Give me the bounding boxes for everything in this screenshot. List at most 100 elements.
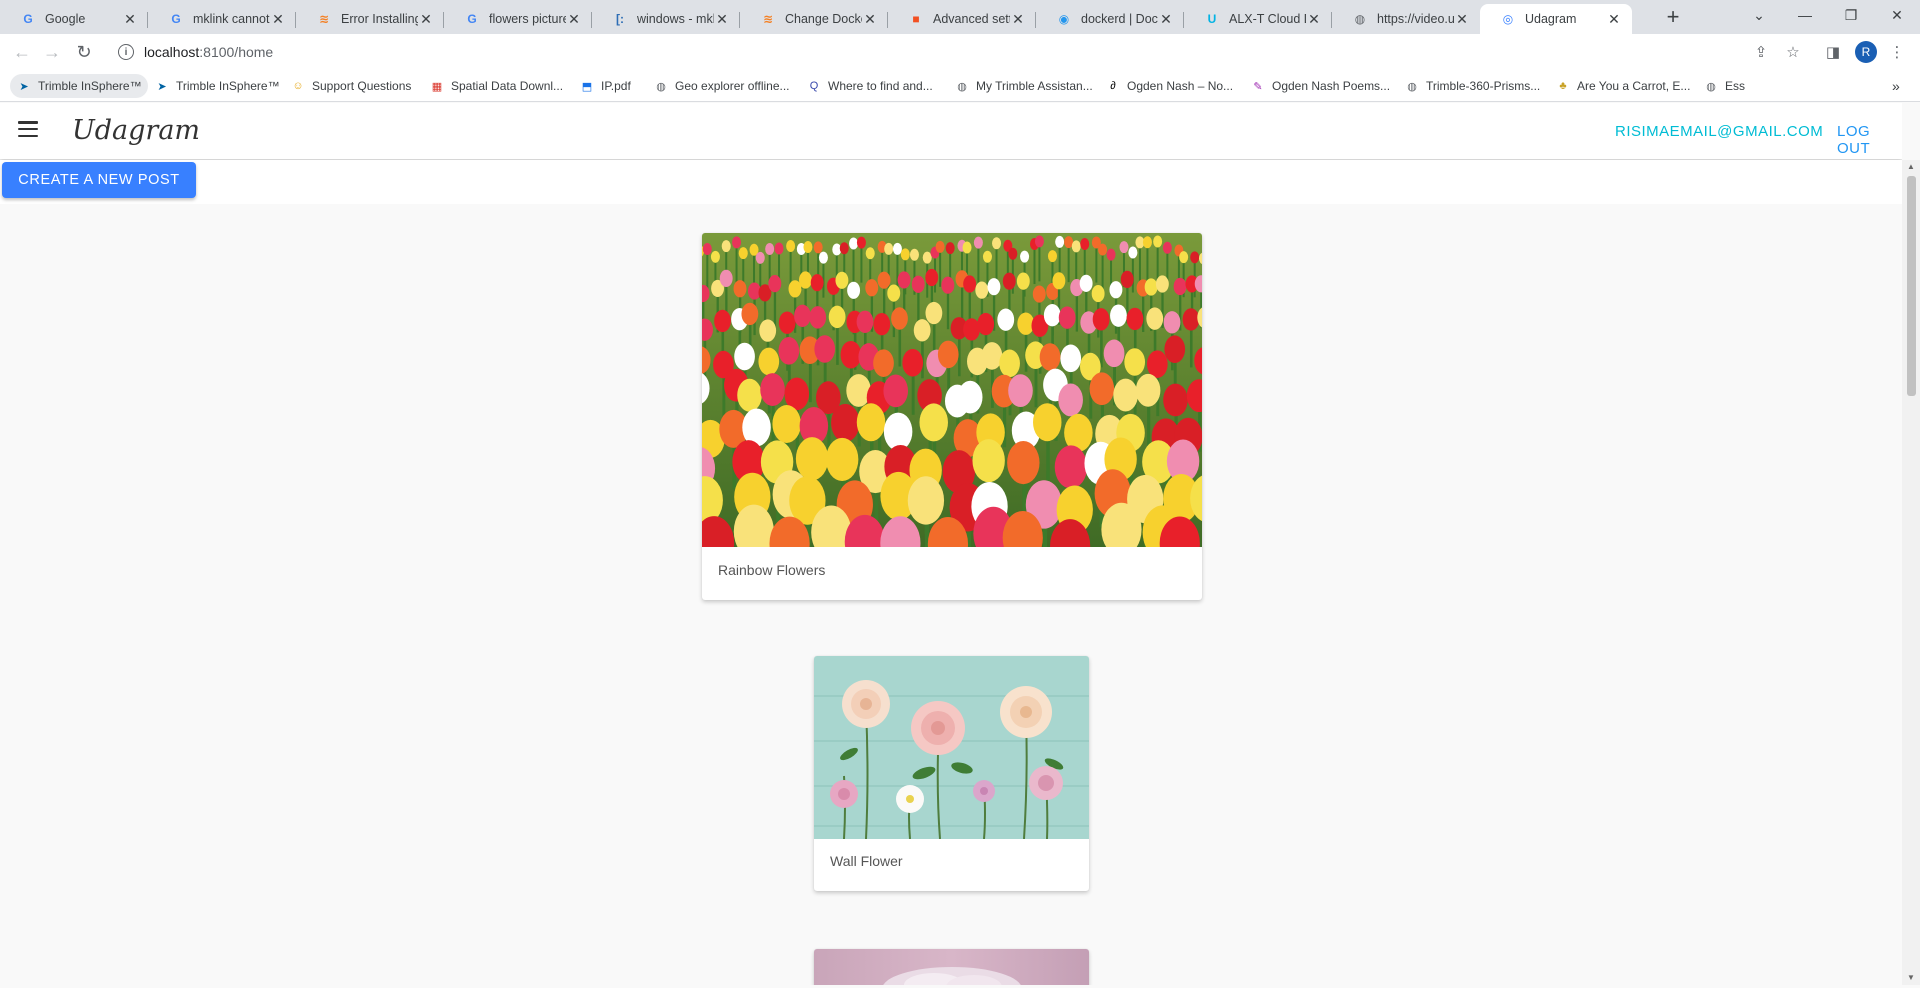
bookmark-label: Spatial Data Downl... — [451, 79, 564, 93]
bookmark-item[interactable]: ☺ Support Questions — [284, 74, 417, 98]
tab-search-icon[interactable]: ⌄ — [1736, 0, 1782, 30]
feed-card: Rainbow Flowers — [702, 233, 1202, 600]
carrot-icon: ♣ — [1559, 80, 1567, 92]
close-tab-icon[interactable]: ✕ — [270, 11, 286, 28]
bookmark-item[interactable]: ✎ Ogden Nash Poems... — [1244, 74, 1396, 98]
create-post-button[interactable]: CREATE A NEW POST — [2, 162, 196, 198]
scrollbar-thumb[interactable] — [1907, 176, 1916, 396]
bookmark-item[interactable]: ◍ My Trimble Assistan... — [948, 74, 1099, 98]
address-path: :8100/home — [199, 44, 274, 60]
bookmark-item[interactable]: ∂ Ogden Nash – No... — [1099, 74, 1239, 98]
close-tab-icon[interactable]: ✕ — [1158, 11, 1174, 28]
logout-button[interactable]: LOG OUT — [1837, 123, 1902, 157]
tab-9[interactable]: U ALX-T Cloud De✕ — [1184, 4, 1332, 34]
browser-toolbar: ← → ↻ i localhost:8100/home ⇪ ☆ ◨ ⋮ — [0, 34, 1920, 70]
tulip-field-image — [702, 233, 1202, 547]
tab-title: Advanced settin — [933, 12, 1010, 26]
user-email-link[interactable]: RISIMAEMAIL@GMAIL.COM — [1615, 123, 1823, 140]
more-bookmarks-icon[interactable]: » — [1886, 74, 1906, 98]
page-scrollbar[interactable]: ▲ ▼ — [1902, 160, 1920, 985]
google-icon: G — [171, 12, 181, 26]
tab-title: Google — [45, 12, 86, 26]
bookmark-star-icon[interactable]: ☆ — [1781, 40, 1805, 64]
tab-title: dockerd | Docke — [1081, 12, 1158, 26]
tab-3[interactable]: ≋ Error Installing D✕ — [296, 4, 444, 34]
tab-title: windows - mklin — [637, 12, 714, 26]
tab-title: flowers pictures — [489, 12, 566, 26]
tab-title: Error Installing D — [341, 12, 418, 26]
profile-avatar[interactable]: R — [1855, 41, 1877, 63]
tab-4[interactable]: Gflowers pictures✕ — [444, 4, 592, 34]
forward-icon[interactable]: → — [38, 38, 66, 66]
scroll-up-arrow-icon[interactable]: ▲ — [1902, 160, 1920, 174]
tab-5[interactable]: [: windows - mklin✕ — [592, 4, 740, 34]
tab-title: ALX-T Cloud De — [1229, 12, 1306, 26]
bookmark-item[interactable]: ◍ Trimble-360-Prisms... — [1398, 74, 1546, 98]
poetry-icon: ∂ — [1110, 80, 1116, 92]
bookmark-label: Trimble-360-Prisms... — [1426, 79, 1541, 93]
reload-icon[interactable]: ↻ — [70, 38, 98, 66]
tab-2[interactable]: Gmklink cannot c✕ — [148, 4, 296, 34]
search-icon: Q — [809, 80, 819, 92]
back-icon[interactable]: ← — [8, 38, 36, 66]
bookmark-label: Are You a Carrot, E... — [1577, 79, 1691, 93]
stackoverflow-icon: ≋ — [318, 12, 330, 26]
close-tab-icon[interactable]: ✕ — [566, 11, 582, 28]
feed-card: Wall Flower — [814, 656, 1089, 891]
bookmark-item[interactable]: ⬒ IP.pdf — [573, 74, 637, 98]
post-caption: Wall Flower — [830, 853, 903, 869]
bookmark-item[interactable]: ➤ Trimble InSphere™ — [148, 74, 286, 98]
bookmark-item[interactable]: ♣ Are You a Carrot, E... — [1549, 74, 1696, 98]
toolbar-strip — [0, 160, 1902, 204]
app-header: Udagram RISIMAEMAIL@GMAIL.COM LOG OUT — [0, 103, 1902, 159]
bookmark-label: Ess — [1725, 79, 1746, 93]
restore-icon[interactable]: ❐ — [1828, 0, 1874, 30]
tab-8[interactable]: ◉ dockerd | Docke✕ — [1036, 4, 1184, 34]
bookmark-item[interactable]: Q Where to find and... — [800, 74, 939, 98]
ionic-icon: ◎ — [1502, 12, 1514, 26]
bookmark-label: Support Questions — [312, 79, 412, 93]
bookmark-label: Where to find and... — [828, 79, 933, 93]
bookmark-item[interactable]: ◍ Geo explorer offline... — [647, 74, 796, 98]
web-page: Udagram RISIMAEMAIL@GMAIL.COM LOG OUT CR… — [0, 103, 1902, 985]
globe-icon: ◍ — [1354, 12, 1366, 26]
bookmark-item[interactable]: ➤ Trimble InSphere™ — [10, 74, 148, 98]
close-tab-icon[interactable]: ✕ — [1306, 11, 1322, 28]
close-tab-icon[interactable]: ✕ — [122, 11, 138, 28]
pdf-icon: ⬒ — [581, 80, 593, 93]
close-tab-icon[interactable]: ✕ — [1454, 11, 1470, 28]
feed-card — [814, 949, 1089, 985]
minimize-icon[interactable]: — — [1782, 0, 1828, 30]
tab-10[interactable]: ◍ https://video.ud ✕ — [1332, 4, 1480, 34]
tab-7[interactable]: ■ Advanced settin✕ — [888, 4, 1036, 34]
site-info-icon[interactable]: i — [118, 44, 134, 60]
bookmarks-bar: ➤ Trimble InSphere™ ➤ Trimble InSphere™ ☺ Sup… — [0, 70, 1920, 102]
close-tab-icon[interactable]: ✕ — [714, 11, 730, 28]
grid-icon: ▦ — [431, 80, 443, 93]
tab-6[interactable]: ≋ Change Docker✕ — [740, 4, 888, 34]
globe-icon: ◍ — [957, 80, 967, 93]
stackoverflow-icon: ≋ — [762, 12, 774, 26]
pen-icon: ✎ — [1253, 80, 1263, 93]
close-tab-icon[interactable]: ✕ — [1010, 11, 1026, 28]
tab-11[interactable]: ◎ Udagram ✕ — [1480, 4, 1632, 34]
address-bar[interactable]: i localhost:8100/home — [110, 38, 1760, 66]
tab-1[interactable]: G Google ✕ — [0, 4, 148, 34]
close-tab-icon[interactable]: ✕ — [862, 11, 878, 28]
side-panel-icon[interactable]: ◨ — [1821, 40, 1845, 64]
pink-blossom-image — [814, 949, 1089, 985]
bookmark-item[interactable]: ◍ Ess — [1697, 74, 1751, 98]
close-tab-icon[interactable]: ✕ — [1606, 11, 1622, 28]
scroll-down-arrow-icon[interactable]: ▼ — [1902, 971, 1920, 985]
bookmark-item[interactable]: ▦ Spatial Data Downl... — [423, 74, 569, 98]
share-icon[interactable]: ⇪ — [1749, 40, 1773, 64]
docker-icon: ◉ — [1058, 12, 1070, 26]
tab-title: Udagram — [1525, 12, 1577, 26]
globe-icon: ◍ — [1706, 80, 1716, 93]
hamburger-menu-icon[interactable] — [18, 121, 38, 137]
close-tab-icon[interactable]: ✕ — [418, 11, 434, 28]
address-host: localhost — [144, 44, 200, 60]
new-tab-button[interactable]: + — [1660, 4, 1686, 30]
close-window-icon[interactable]: ✕ — [1874, 0, 1920, 30]
browser-menu-icon[interactable]: ⋮ — [1885, 40, 1909, 64]
